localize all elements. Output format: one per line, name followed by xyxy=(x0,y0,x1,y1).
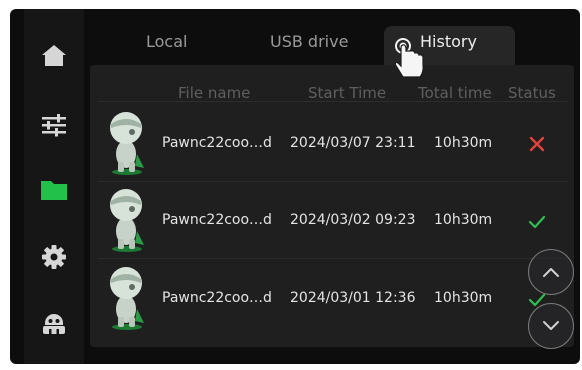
chevron-down-icon xyxy=(543,321,559,330)
scroll-down-button[interactable] xyxy=(528,303,574,349)
row-divider xyxy=(98,258,568,259)
sidebar xyxy=(24,9,84,364)
header-divider xyxy=(98,101,568,102)
folder-icon xyxy=(41,181,67,200)
sidebar-item-settings-sliders[interactable] xyxy=(24,101,84,149)
file-name: Pawnc22coo…d xyxy=(162,212,272,228)
sliders-icon xyxy=(42,114,66,137)
sidebar-item-home[interactable] xyxy=(24,31,84,79)
hand-pointer-icon xyxy=(394,38,424,78)
row-divider xyxy=(98,181,568,182)
sidebar-item-settings[interactable] xyxy=(24,233,84,281)
printer-screen: Local USB drive History File name Start … xyxy=(10,9,580,364)
model-thumbnail xyxy=(110,189,144,252)
tab-local[interactable]: Local xyxy=(146,27,187,57)
table-row[interactable]: Pawnc22coo…d 2024/03/02 09:23 10h30m xyxy=(98,183,568,257)
model-thumbnail xyxy=(110,267,144,330)
chevron-up-icon xyxy=(543,268,559,277)
total-time: 10h30m xyxy=(434,135,493,151)
scroll-up-button[interactable] xyxy=(528,249,574,295)
sidebar-item-device[interactable] xyxy=(24,299,84,347)
history-table: File name Start Time Total time Status P… xyxy=(90,65,574,347)
start-time: 2024/03/02 09:23 xyxy=(290,212,416,228)
home-icon xyxy=(42,45,66,66)
table-row[interactable]: Pawnc22coo…d 2024/03/07 23:11 10h30m xyxy=(98,106,568,180)
start-time: 2024/03/01 12:36 xyxy=(290,290,416,306)
file-name: Pawnc22coo…d xyxy=(162,290,272,306)
tab-bar: Local USB drive History xyxy=(84,9,580,66)
failed-icon xyxy=(529,136,545,152)
table-row[interactable]: Pawnc22coo…d 2024/03/01 12:36 10h30m xyxy=(98,261,568,335)
total-time: 10h30m xyxy=(434,290,493,306)
tab-usb-drive[interactable]: USB drive xyxy=(270,27,348,57)
gear-icon xyxy=(42,245,66,269)
success-icon xyxy=(528,215,546,229)
sidebar-item-files[interactable] xyxy=(24,166,84,214)
model-thumbnail xyxy=(110,112,144,175)
file-name: Pawnc22coo…d xyxy=(162,135,272,151)
robot-icon xyxy=(43,314,65,334)
start-time: 2024/03/07 23:11 xyxy=(290,135,416,151)
total-time: 10h30m xyxy=(434,212,493,228)
